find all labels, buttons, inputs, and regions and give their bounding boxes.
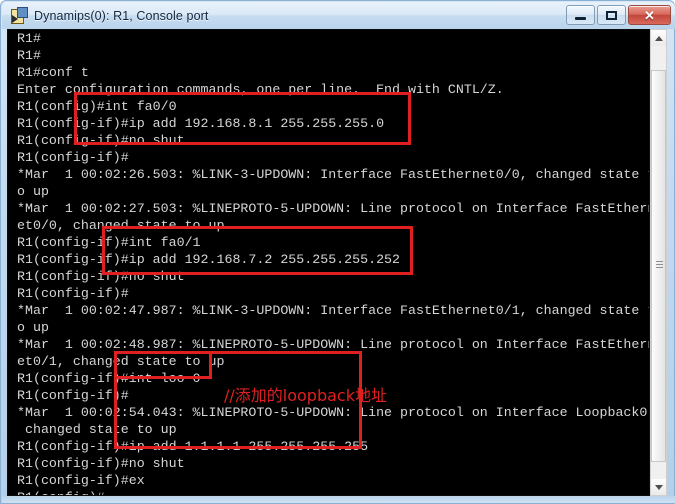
terminal-line: *Mar 1 00:02:48.987: %LINEPROTO-5-UPDOWN… — [17, 337, 650, 352]
close-button[interactable]: ✕ — [628, 5, 671, 25]
minimize-icon — [575, 17, 586, 20]
terminal-line: R1#conf t — [17, 65, 89, 80]
terminal-output-area[interactable]: R1# R1# R1#conf t Enter configuration comma… — [7, 29, 650, 496]
terminal-line: R1(config)# — [17, 489, 649, 495]
terminal-line: R1(config-if)# — [17, 286, 129, 301]
terminal-line: R1(config-if)#ip add 192.168.8.1 255.255… — [17, 116, 385, 131]
console-app-icon — [10, 7, 28, 24]
chevron-up-icon — [654, 35, 663, 41]
scrollbar-grip-icon — [656, 261, 663, 271]
terminal-line: *Mar 1 00:02:26.503: %LINK-3-UPDOWN: Int… — [17, 167, 650, 182]
terminal-line: R1# — [17, 48, 41, 63]
scroll-down-button[interactable] — [651, 479, 666, 495]
terminal-line: R1(config-if)#no shut — [17, 133, 185, 148]
terminal-line: R1(config-if)#int fa0/1 — [17, 235, 201, 250]
terminal-line: R1(config-if)#ip add 192.168.7.2 255.255… — [17, 252, 401, 267]
terminal-line: R1(config)#int fa0/0 — [17, 99, 177, 114]
terminal-text: R1# R1# R1#conf t Enter configuration comma… — [17, 30, 650, 495]
terminal-line: R1# — [17, 31, 41, 46]
terminal-line: R1(config-if)#ex — [17, 473, 145, 488]
close-icon: ✕ — [644, 7, 655, 23]
terminal-line: o up — [17, 320, 49, 335]
terminal-line: Enter configuration commands, one per li… — [17, 82, 504, 97]
terminal-line: et0/1, changed state to up — [17, 354, 225, 369]
terminal-line: R1(config-if)#no shut — [17, 456, 185, 471]
minimize-button[interactable] — [566, 5, 595, 25]
terminal-line: *Mar 1 00:02:47.987: %LINK-3-UPDOWN: Int… — [17, 303, 650, 318]
window-title: Dynamips(0): R1, Console port — [34, 8, 209, 23]
vertical-scrollbar[interactable] — [650, 29, 667, 496]
terminal-line: R1(config-if)#ip add 1.1.1.1 255.255.255… — [17, 439, 369, 454]
terminal-line: o up — [17, 184, 49, 199]
maximize-icon — [606, 10, 617, 20]
window-titlebar[interactable]: Dynamips(0): R1, Console port ✕ — [2, 2, 675, 29]
scroll-up-button[interactable] — [651, 30, 666, 46]
terminal-line: *Mar 1 00:02:27.503: %LINEPROTO-5-UPDOWN… — [17, 201, 650, 216]
terminal-line: et0/0, changed state to up — [17, 218, 225, 233]
terminal-line: R1(config-if)#int loo 0 — [17, 371, 201, 386]
terminal-line: R1(config-if)#no shut — [17, 269, 185, 284]
scrollbar-thumb[interactable] — [651, 70, 666, 462]
window-bottom-edge — [2, 496, 675, 503]
chevron-down-icon — [654, 484, 663, 490]
window-controls: ✕ — [566, 5, 671, 25]
annotation-note: //添加的loopback地址 — [224, 386, 387, 405]
terminal-line: R1(config-if)# — [17, 150, 129, 165]
maximize-button[interactable] — [597, 5, 626, 25]
terminal-line: *Mar 1 00:02:54.043: %LINEPROTO-5-UPDOWN… — [17, 405, 650, 420]
console-window: Dynamips(0): R1, Console port ✕ R1# R1# R1… — [0, 0, 675, 504]
terminal-line: changed state to up — [17, 422, 177, 437]
